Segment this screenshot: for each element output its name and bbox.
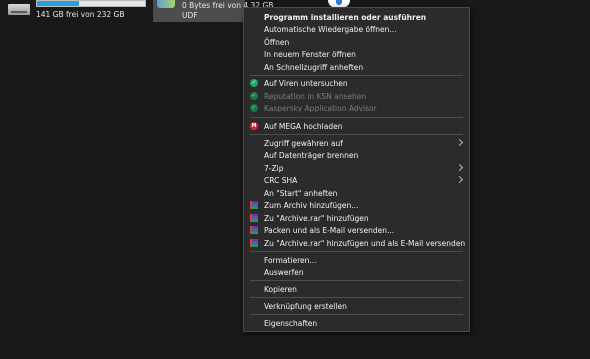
submenu-arrow-icon [455,175,464,184]
menu-item-label: Kopieren [264,285,297,294]
winrar-icon [250,226,258,234]
menu-item-label: Auf MEGA hochladen [264,122,343,131]
dvd-filesystem: UDF [182,11,198,20]
menu-item-label: Eigenschaften [264,319,318,328]
menu-item-label: Automatische Wiedergabe öffnen... [264,25,397,34]
menu-item-properties[interactable]: Eigenschaften [245,318,468,330]
menu-separator [250,297,463,298]
menu-item-label: Zu "Archive.rar" hinzufügen und als E-Ma… [264,239,466,248]
menu-item-label: Kaspersky Application Advisor [264,104,377,113]
menu-item-label: 7-Zip [264,164,284,173]
menu-item-add-to-archive-rar[interactable]: Zu "Archive.rar" hinzufügen [245,213,468,225]
menu-item-label: Zum Archiv hinzufügen... [264,201,359,210]
menu-item-autoplay[interactable]: Automatische Wiedergabe öffnen... [245,24,468,36]
dvd-drive-icon [157,0,175,8]
kaspersky-shield-icon: ✓ [250,79,258,87]
menu-item-label: Öffnen [264,38,290,47]
menu-separator [250,75,463,76]
menu-item-give-access[interactable]: Zugriff gewähren auf [245,138,468,150]
menu-item-format[interactable]: Formatieren... [245,255,468,267]
menu-item-open-new-window[interactable]: In neuem Fenster öffnen [245,49,468,61]
menu-item-label: Auf Datenträger brennen [264,151,359,160]
submenu-arrow-icon [455,138,464,147]
context-menu: Programm installieren oder ausführen Aut… [243,7,470,332]
menu-item-mega-upload[interactable]: M Auf MEGA hochladen [245,121,468,133]
menu-item-kaspersky-advisor: ✓ Kaspersky Application Advisor [245,103,468,115]
menu-separator [250,251,463,252]
menu-item-label: Zu "Archive.rar" hinzufügen [264,214,369,223]
drive-free-space: 141 GB frei von 232 GB [36,10,125,19]
menu-item-label: An "Start" anheften [264,189,338,198]
menu-item-pack-email[interactable]: Packen und als E-Mail versenden... [245,225,468,237]
winrar-icon [250,214,258,222]
menu-item-label: Formatieren... [264,256,317,265]
menu-item-label: Reputation in KSN ansehen [264,92,367,101]
menu-item-open[interactable]: Öffnen [245,37,468,49]
kaspersky-shield-icon: ✓ [250,104,258,112]
menu-item-add-rar-email[interactable]: Zu "Archive.rar" hinzufügen und als E-Ma… [245,238,468,250]
drive-tile-local[interactable]: 141 GB frei von 232 GB [0,0,150,22]
drive-usage-bar [36,0,146,7]
menu-separator [250,117,463,118]
menu-item-label: Verknüpfung erstellen [264,302,347,311]
menu-item-label: Auswerfen [264,268,304,277]
drive-usage-fill [37,1,80,6]
menu-item-7zip[interactable]: 7-Zip [245,163,468,175]
mega-icon: M [250,122,258,130]
menu-item-pin-start[interactable]: An "Start" anheften [245,188,468,200]
submenu-arrow-icon [455,163,464,172]
menu-item-ksn-reputation: ✓ Reputation in KSN ansehen [245,91,468,103]
menu-item-add-to-archive[interactable]: Zum Archiv hinzufügen... [245,200,468,212]
menu-item-install-run[interactable]: Programm installieren oder ausführen [245,12,468,24]
menu-item-create-shortcut[interactable]: Verknüpfung erstellen [245,301,468,313]
menu-item-burn-disc[interactable]: Auf Datenträger brennen [245,150,468,162]
hard-drive-icon [8,4,30,15]
winrar-icon [250,239,258,247]
menu-item-eject[interactable]: Auswerfen [245,267,468,279]
menu-item-copy[interactable]: Kopieren [245,284,468,296]
menu-item-label: Zugriff gewähren auf [264,139,343,148]
drive-tile-dvd-selected[interactable]: 0 Bytes frei von 4,32 GB UDF [153,0,273,22]
menu-item-label: Programm installieren oder ausführen [264,13,427,22]
menu-item-label: In neuem Fenster öffnen [264,50,356,59]
menu-item-label: CRC SHA [264,176,298,185]
menu-item-crc-sha[interactable]: CRC SHA [245,175,468,187]
menu-separator [250,314,463,315]
kaspersky-shield-icon: ✓ [250,92,258,100]
menu-item-virus-scan[interactable]: ✓ Auf Viren untersuchen [245,78,468,90]
menu-item-pin-quick-access[interactable]: An Schnellzugriff anheften [245,62,468,74]
menu-separator [250,280,463,281]
menu-separator [250,134,463,135]
menu-item-label: An Schnellzugriff anheften [264,63,364,72]
winrar-icon [250,201,258,209]
menu-item-label: Packen und als E-Mail versenden... [264,226,395,235]
menu-item-label: Auf Viren untersuchen [264,79,348,88]
